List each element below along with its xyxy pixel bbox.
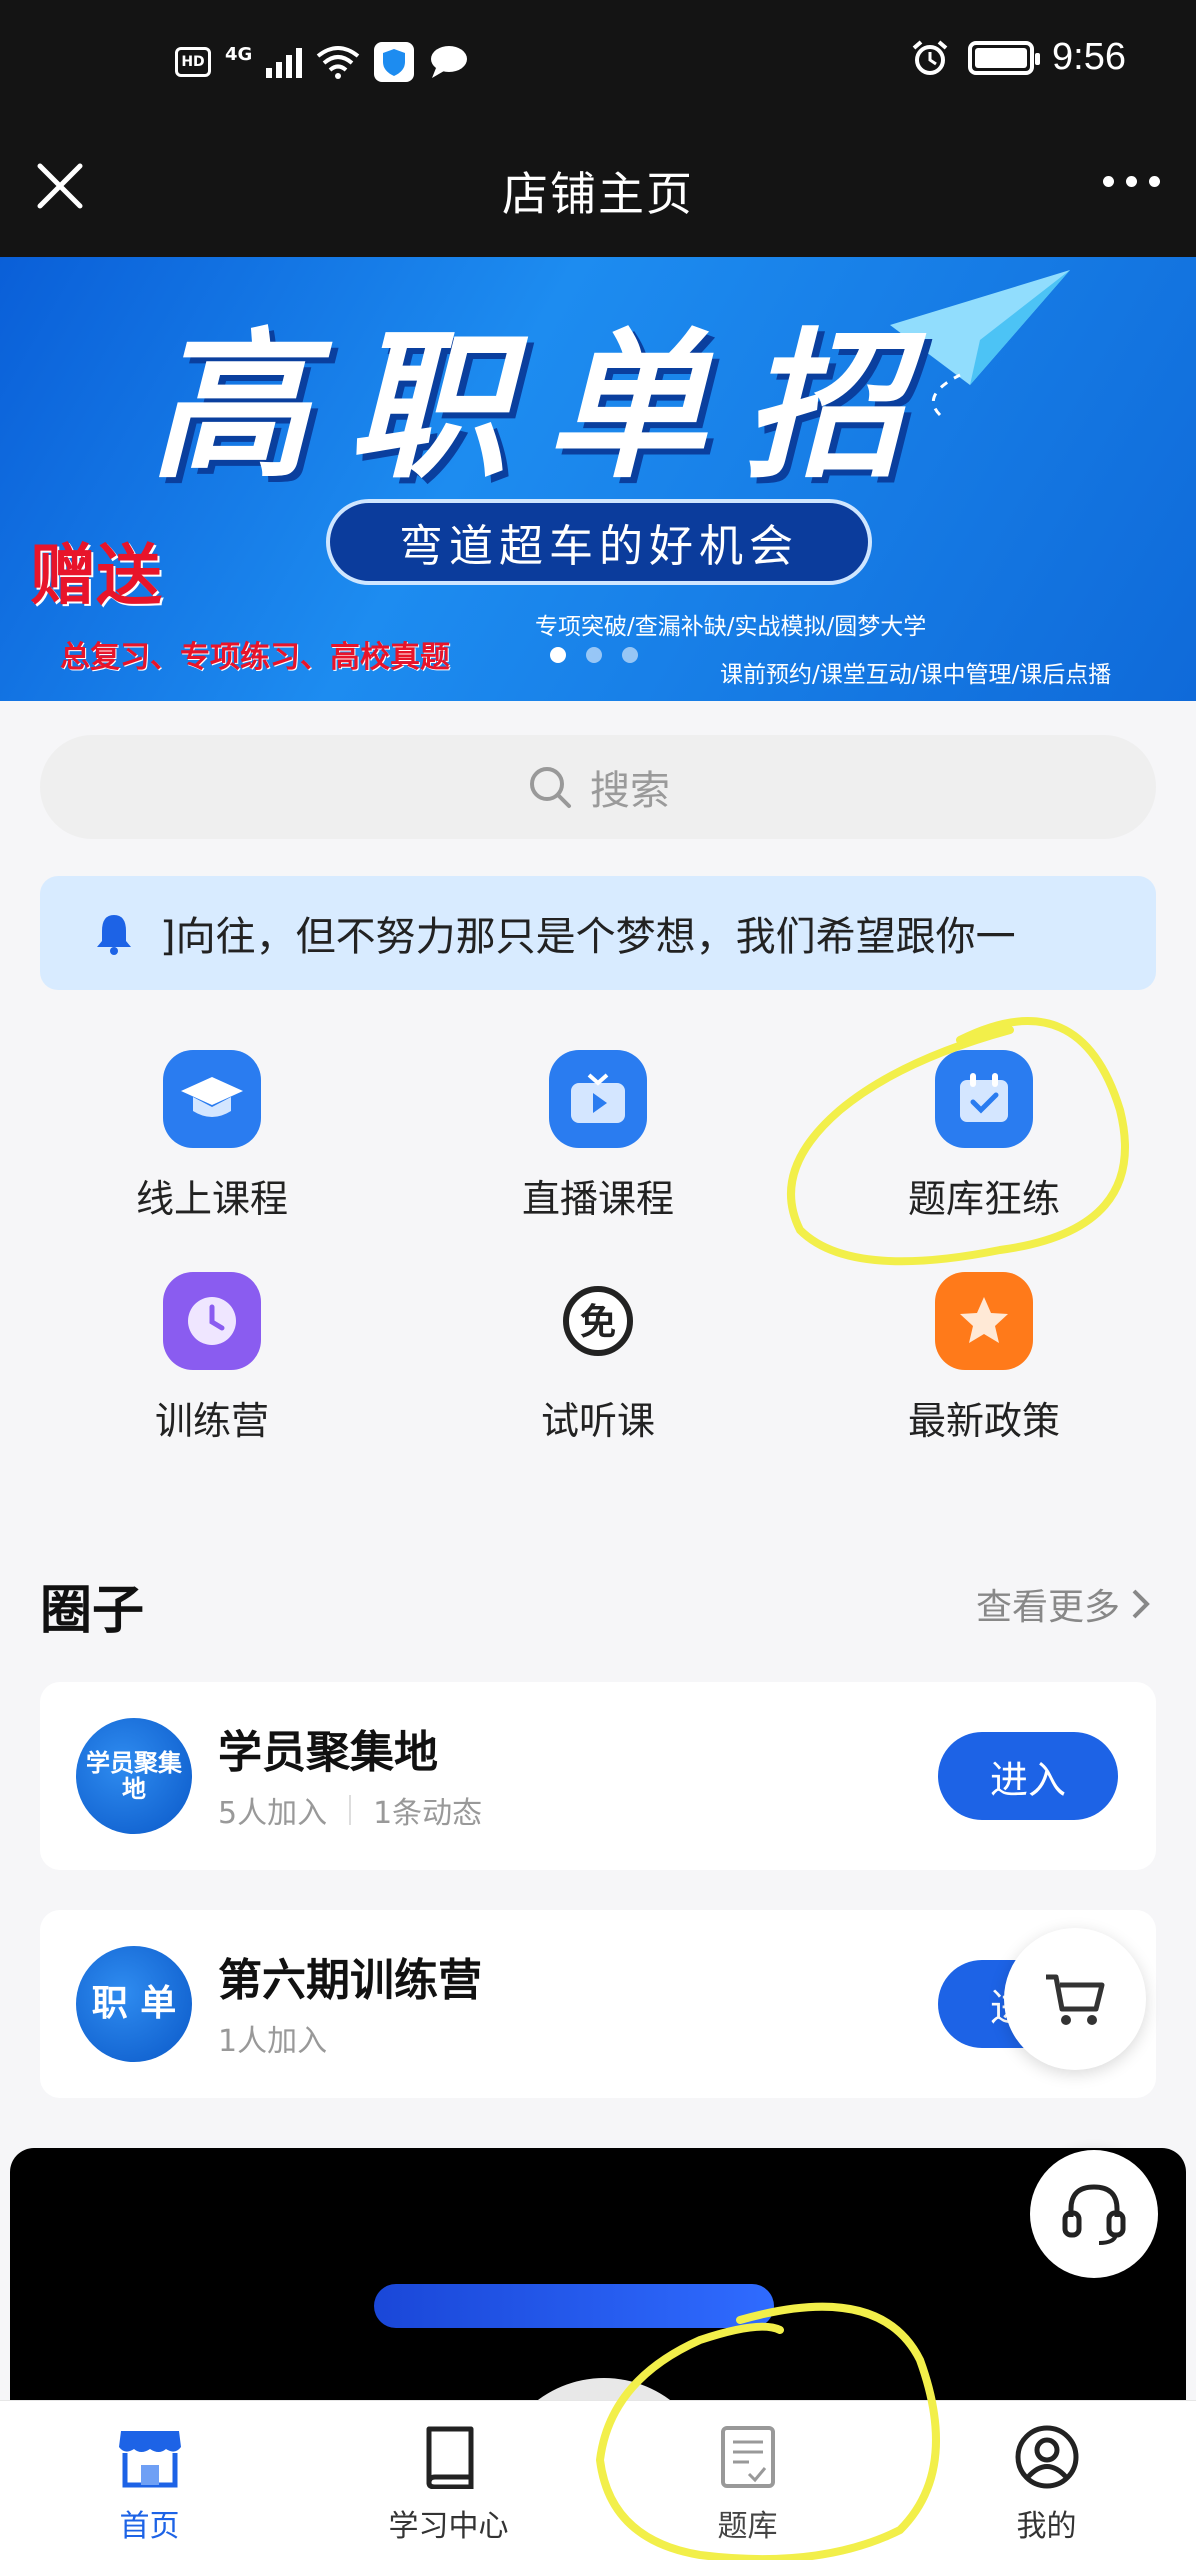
shield-app-icon — [374, 42, 415, 82]
enter-button[interactable]: 进入 — [938, 1732, 1118, 1820]
graduation-cap-icon — [163, 1050, 261, 1148]
tab-learning-center[interactable]: 学习中心 — [299, 2401, 598, 2560]
banner-gift-detail: 总复习、专项练习、高校真题 — [60, 640, 450, 675]
banner-title: 高职单招 — [150, 313, 943, 500]
search-input[interactable]: 搜索 — [40, 735, 1156, 839]
cart-button[interactable] — [1004, 1928, 1146, 2070]
banner-tagline-2: 课前预约/课堂互动/课中管理/课后点播 — [720, 662, 1112, 688]
carousel-dot[interactable] — [550, 647, 566, 663]
grid-item-latest-policy[interactable]: 最新政策 — [834, 1272, 1134, 1445]
avatar: 职 单 — [76, 1946, 192, 2062]
member-count: 1人加入 — [218, 2024, 328, 2059]
view-more-label: 查看更多 — [975, 1587, 1120, 1628]
page-title: 店铺主页 — [502, 167, 694, 221]
free-badge-icon: 免 — [549, 1272, 647, 1370]
battery-icon — [968, 40, 1041, 75]
promo-banner[interactable]: 高职单招 弯道超车的好机会 赠送 总复习、专项练习、高校真题 专项突破/查漏补缺… — [0, 257, 1196, 701]
banner-gift-label: 赠送 — [30, 537, 162, 614]
circle-name: 第六期训练营 — [218, 1955, 482, 2006]
tab-home[interactable]: 首页 — [0, 2401, 299, 2560]
grid-item-question-bank[interactable]: 题库狂练 — [834, 1050, 1134, 1223]
chevron-right-icon — [1132, 1589, 1150, 1619]
network-type: 4G — [225, 43, 253, 65]
carousel-dot[interactable] — [622, 647, 638, 663]
calendar-check-icon — [935, 1050, 1033, 1148]
notice-text: ]向往，但不努力那只是个梦想，我们希望跟你一 — [160, 914, 1016, 960]
grid-item-live-course[interactable]: 直播课程 — [448, 1050, 748, 1223]
grid-label: 最新政策 — [907, 1399, 1060, 1443]
star-icon — [935, 1272, 1033, 1370]
grid-label: 线上课程 — [135, 1177, 288, 1221]
tab-mine[interactable]: 我的 — [897, 2401, 1196, 2560]
grid-label: 直播课程 — [521, 1177, 674, 1221]
post-count: 1条动态 — [373, 1796, 483, 1831]
bottom-tab-bar: 首页 学习中心 题库 我的 — [0, 2400, 1196, 2560]
tab-label: 首页 — [119, 2509, 180, 2544]
tab-label: 学习中心 — [388, 2509, 509, 2544]
notice-bar[interactable]: ]向往，但不努力那只是个梦想，我们希望跟你一 — [40, 876, 1156, 990]
hd-icon: HD — [175, 47, 211, 77]
circle-card[interactable]: 职 单 第六期训练营 1人加入 进入 — [40, 1910, 1156, 2098]
circle-name: 学员聚集地 — [218, 1727, 438, 1778]
grid-label: 试听课 — [540, 1399, 655, 1443]
banner-slogan: 弯道超车的好机会 — [326, 499, 872, 585]
search-icon — [530, 767, 571, 808]
tab-label: 题库 — [717, 2509, 778, 2544]
signal-icon — [266, 46, 303, 78]
grid-label: 题库狂练 — [907, 1177, 1060, 1221]
clock-time: 9:56 — [1052, 36, 1126, 78]
view-more-link[interactable]: 查看更多 — [976, 1578, 1152, 1630]
headset-icon — [1062, 2184, 1126, 2245]
divider — [349, 1795, 352, 1825]
circle-meta: 1人加入 — [218, 2016, 327, 2060]
promo-graphic — [374, 2284, 774, 2328]
search-placeholder: 搜索 — [590, 768, 670, 814]
grid-item-online-course[interactable]: 线上课程 — [62, 1050, 362, 1223]
banner-tagline-1: 专项突破/查漏补缺/实战模拟/圆梦大学 — [535, 614, 927, 640]
question-bank-icon — [712, 2421, 784, 2493]
title-bar: 店铺主页 — [0, 140, 1196, 257]
bell-icon — [97, 915, 131, 955]
more-options-icon[interactable] — [1103, 176, 1160, 187]
tab-label: 我的 — [1016, 2509, 1077, 2544]
alarm-icon — [912, 39, 948, 75]
grid-item-training-camp[interactable]: 训练营 — [62, 1272, 362, 1445]
circle-card[interactable]: 学员聚集地 学员聚集地 5人加入 1条动态 进入 — [40, 1682, 1156, 1870]
cart-icon — [1046, 1974, 1105, 2025]
avatar: 学员聚集地 — [76, 1718, 192, 1834]
svg-text:免: 免 — [580, 1302, 616, 1343]
clock-icon — [163, 1272, 261, 1370]
grid-item-trial-class[interactable]: 免 试听课 — [448, 1272, 748, 1445]
member-count: 5人加入 — [218, 1796, 328, 1831]
section-title-circles: 圈子 — [40, 1581, 145, 1641]
user-icon — [1011, 2421, 1083, 2493]
shop-home-page: HD 4G 9:56 店铺主页 高职单招 弯道超车的好机会 赠送 总复习、专项练… — [0, 0, 1196, 2560]
circle-meta: 5人加入 1条动态 — [218, 1788, 482, 1832]
wifi-icon — [317, 46, 360, 79]
status-bar: HD 4G 9:56 — [0, 0, 1196, 140]
tv-play-icon — [549, 1050, 647, 1148]
carousel-indicator[interactable] — [550, 647, 638, 663]
tab-question-bank[interactable]: 题库 — [598, 2401, 897, 2560]
grid-label: 训练营 — [154, 1399, 269, 1443]
book-icon — [413, 2421, 485, 2493]
carousel-dot[interactable] — [586, 647, 602, 663]
store-icon — [114, 2421, 186, 2493]
customer-service-button[interactable] — [1030, 2150, 1158, 2278]
message-icon — [431, 46, 468, 78]
